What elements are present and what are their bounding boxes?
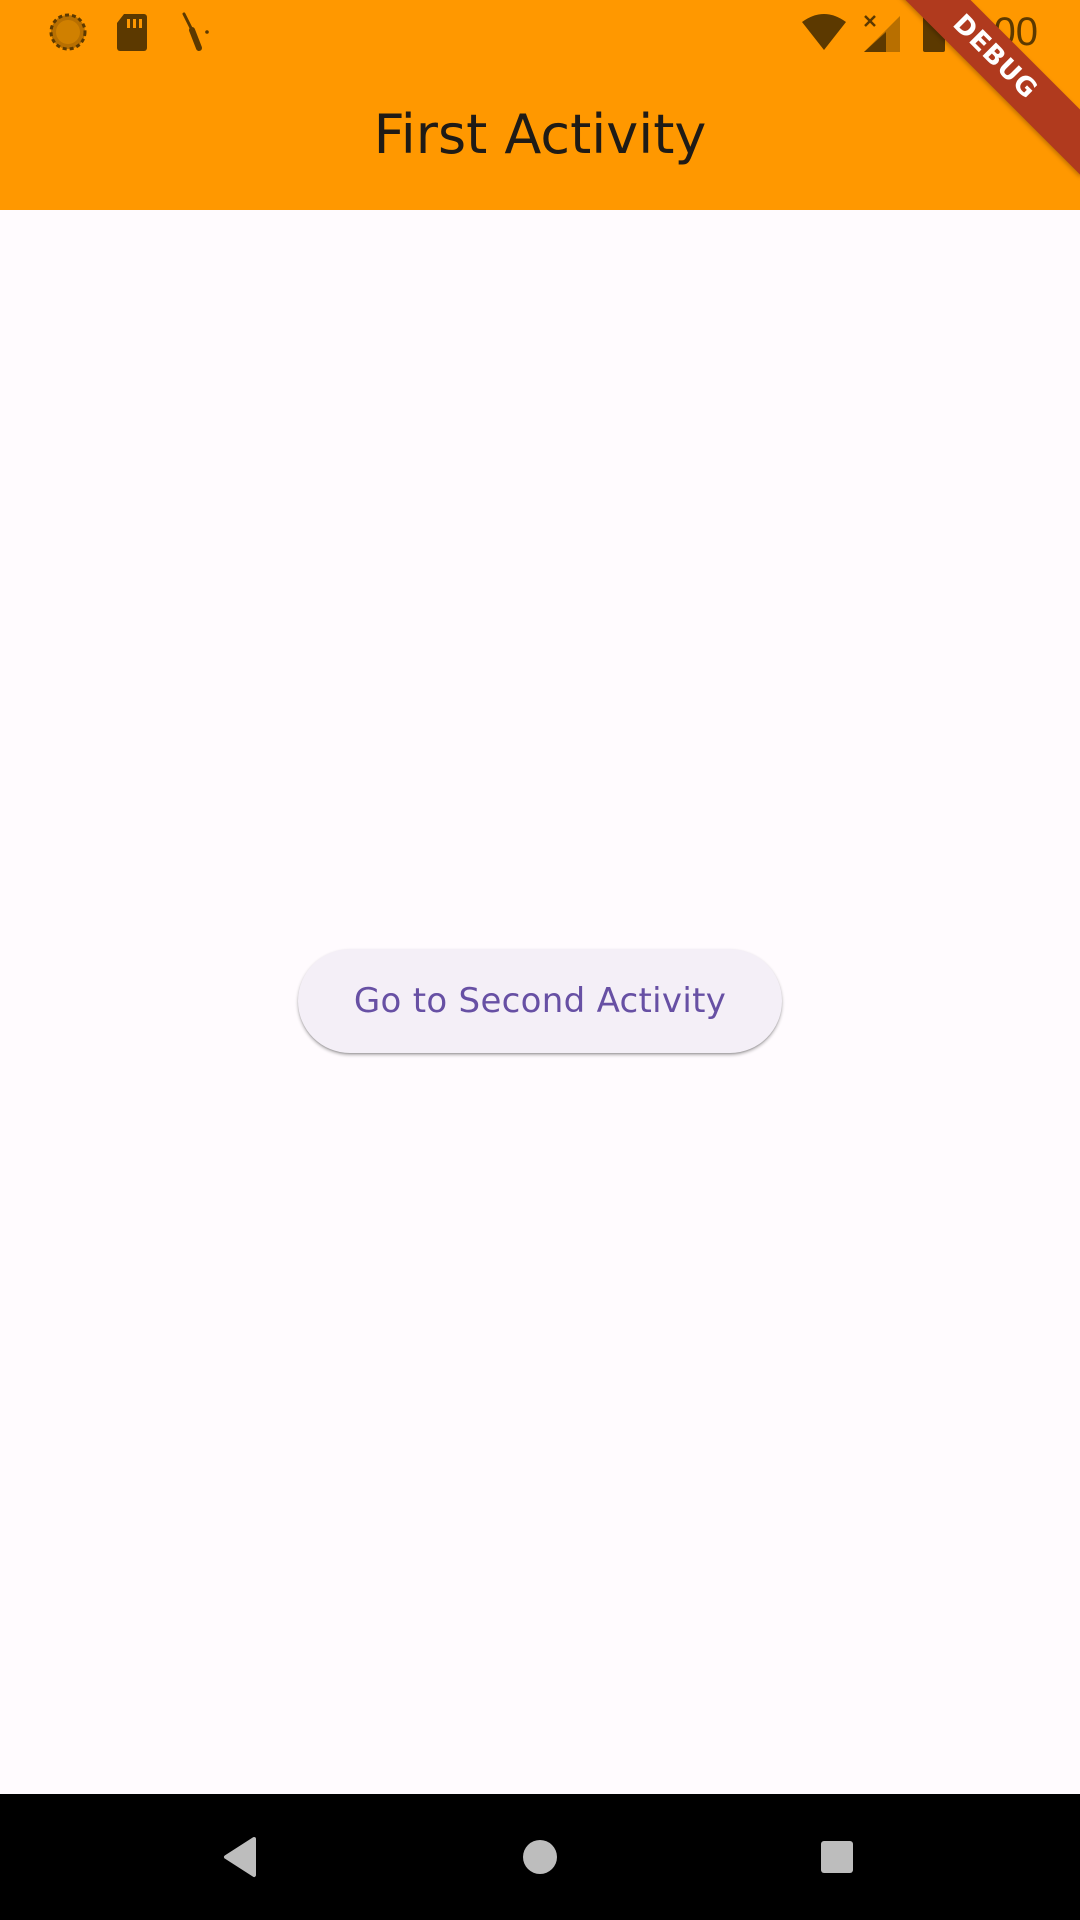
main-content: Go to Second Activity xyxy=(0,210,1080,1794)
button-label: Go to Second Activity xyxy=(353,981,727,1021)
wifi-icon xyxy=(800,10,848,54)
home-icon[interactable] xyxy=(504,1821,576,1893)
page-title: First Activity xyxy=(373,103,707,166)
sync-icon xyxy=(46,10,90,54)
go-to-second-activity-button[interactable]: Go to Second Activity xyxy=(298,949,782,1053)
sd-card-icon xyxy=(110,10,154,54)
cell-signal-icon xyxy=(862,10,902,54)
screwdriver-icon xyxy=(174,10,218,54)
app-bar: 1:00 First Activity DEBUG xyxy=(0,0,1080,210)
recents-icon[interactable] xyxy=(801,1821,873,1893)
screen: 1:00 First Activity DEBUG Go to Second A… xyxy=(0,0,1080,1920)
navigation-bar xyxy=(0,1794,1080,1920)
back-icon[interactable] xyxy=(204,1821,276,1893)
